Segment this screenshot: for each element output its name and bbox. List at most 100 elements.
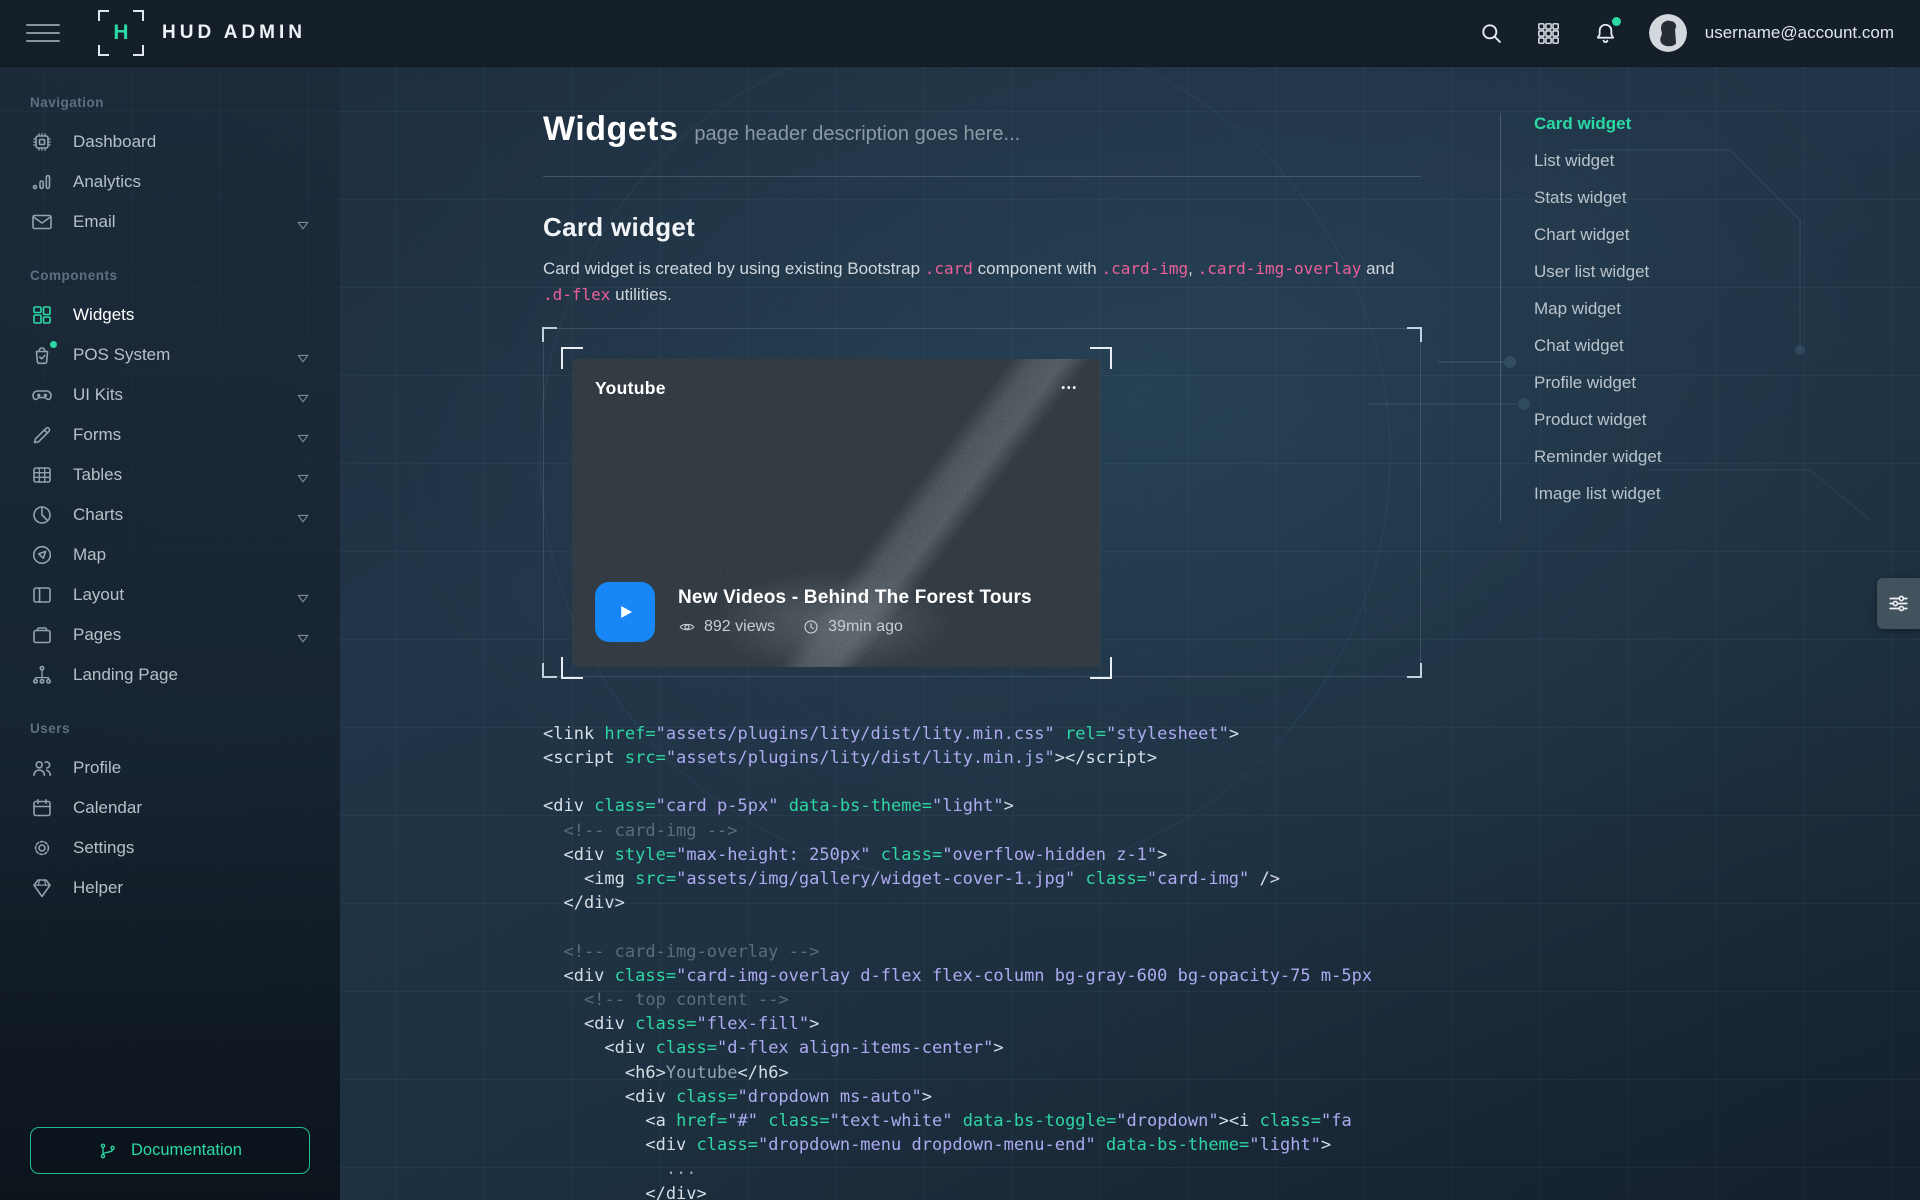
widget-nav-image-list-widget[interactable]: Image list widget [1534, 483, 1662, 506]
sidebar-item-label: Widgets [73, 305, 134, 325]
code-line: <!-- top content --> [543, 988, 1403, 1012]
inline-code: .card [925, 259, 973, 278]
chevron-down-icon [296, 429, 310, 441]
sidebar-item-label: Helper [73, 878, 123, 898]
sidebar-item-helper[interactable]: Helper [30, 868, 310, 908]
sidebar-item-dashboard[interactable]: Dashboard [30, 122, 310, 162]
sidebar-item-pages[interactable]: Pages [30, 615, 310, 655]
theme-settings-button[interactable] [1877, 578, 1920, 629]
sidebar-item-widgets[interactable]: Widgets [30, 295, 310, 335]
widget-nav-profile-widget[interactable]: Profile widget [1534, 372, 1662, 395]
widget-nav-chart-widget[interactable]: Chart widget [1534, 224, 1662, 247]
widget-nav-map-widget[interactable]: Map widget [1534, 298, 1662, 321]
sidebar-item-charts[interactable]: Charts [30, 495, 310, 535]
inline-code: .card-img [1101, 259, 1188, 278]
code-line: <div class="flex-fill"> [543, 1012, 1403, 1036]
code-line: ... [543, 1157, 1403, 1181]
chevron-down-icon [296, 389, 310, 401]
logo-letter: H [113, 21, 128, 45]
code-line: <div class="dropdown ms-auto"> [543, 1085, 1403, 1109]
pie-icon [30, 503, 54, 527]
section-title: Card widget [543, 212, 1421, 243]
card-menu-button[interactable]: ••• [1061, 383, 1078, 394]
sidebar-item-ui-kits[interactable]: UI Kits [30, 375, 310, 415]
play-icon [612, 599, 638, 625]
sidebar-item-label: Dashboard [73, 132, 156, 152]
main-content: Widgets page header description goes her… [340, 67, 1920, 1200]
gear-icon [30, 836, 54, 860]
user-email[interactable]: username@account.com [1705, 23, 1894, 43]
menu-toggle-button[interactable] [26, 18, 60, 48]
notifications-bell-icon[interactable] [1592, 20, 1619, 47]
sidebar-item-email[interactable]: Email [30, 202, 310, 242]
sidebar-item-label: Tables [73, 465, 122, 485]
header-divider [543, 176, 1421, 177]
bag-icon [30, 343, 54, 367]
widget-nav-product-widget[interactable]: Product widget [1534, 409, 1662, 432]
search-icon[interactable] [1478, 20, 1505, 47]
sitemap-icon [30, 663, 54, 687]
sidebar-item-pos-system[interactable]: POS System [30, 335, 310, 375]
sidebar-item-label: Settings [73, 838, 134, 858]
logo-corner [133, 45, 144, 56]
code-line [543, 915, 1403, 939]
inline-code: .card-img-overlay [1198, 259, 1362, 278]
chevron-down-icon [296, 216, 310, 228]
widget-nav-card-widget[interactable]: Card widget [1534, 113, 1662, 136]
sidebar-item-label: Email [73, 212, 116, 232]
sidebar-item-analytics[interactable]: Analytics [30, 162, 310, 202]
code-line: <!-- card-img --> [543, 819, 1403, 843]
sidebar-item-calendar[interactable]: Calendar [30, 788, 310, 828]
sidebar-item-label: Analytics [73, 172, 141, 192]
widget-nav-stats-widget[interactable]: Stats widget [1534, 187, 1662, 210]
youtube-card: Youtube ••• New Videos - Behind The Fore… [564, 350, 1109, 676]
widget-nav-list-widget[interactable]: List widget [1534, 150, 1662, 173]
avatar[interactable] [1649, 14, 1687, 52]
sidebar-item-label: Charts [73, 505, 123, 525]
play-button[interactable] [595, 582, 655, 642]
frame-corner [1407, 327, 1422, 342]
notification-dot [1612, 17, 1621, 26]
brand-title: HUD ADMIN [162, 22, 306, 44]
sidebar-item-label: Forms [73, 425, 121, 445]
envelope-icon [30, 210, 54, 234]
sidebar-section-label: Navigation [30, 95, 310, 110]
topbar: H HUD ADMIN username@account.com [0, 0, 1920, 67]
chip-icon [30, 130, 54, 154]
widget-nav-reminder-widget[interactable]: Reminder widget [1534, 446, 1662, 469]
brand-logo[interactable]: H [100, 12, 142, 54]
sliders-icon [1886, 591, 1911, 616]
bars-icon [30, 170, 54, 194]
sidebar-item-landing-page[interactable]: Landing Page [30, 655, 310, 695]
card-corner [561, 657, 583, 679]
card-corner [561, 347, 583, 369]
gamepad-icon [30, 383, 54, 407]
apps-grid-icon[interactable] [1535, 20, 1562, 47]
new-badge-dot [50, 341, 57, 348]
widget-nav-user-list-widget[interactable]: User list widget [1534, 261, 1662, 284]
widget-nav-chat-widget[interactable]: Chat widget [1534, 335, 1662, 358]
description-text: Card widget is created by using existing… [543, 259, 925, 278]
sidebar-item-forms[interactable]: Forms [30, 415, 310, 455]
sidebar-section-label: Components [30, 268, 310, 283]
sidebar-item-map[interactable]: Map [30, 535, 310, 575]
clock-icon [802, 618, 820, 636]
sidebar-item-settings[interactable]: Settings [30, 828, 310, 868]
logo-corner [98, 10, 109, 21]
card-app-title: Youtube [595, 378, 666, 399]
users-icon [30, 756, 54, 780]
sidebar-item-tables[interactable]: Tables [30, 455, 310, 495]
code-block: <link href="assets/plugins/lity/dist/lit… [543, 722, 1403, 1200]
table-icon [30, 463, 54, 487]
sidebar-item-profile[interactable]: Profile [30, 748, 310, 788]
documentation-label: Documentation [131, 1141, 242, 1160]
code-line: <script src="assets/plugins/lity/dist/li… [543, 746, 1403, 770]
code-line: <!-- card-img-overlay --> [543, 940, 1403, 964]
sidebar-item-label: Layout [73, 585, 124, 605]
documentation-button[interactable]: Documentation [30, 1127, 310, 1174]
code-line: <div class="d-flex align-items-center"> [543, 1036, 1403, 1060]
gem-icon [30, 876, 54, 900]
frame-corner [542, 663, 557, 678]
sidebar-item-layout[interactable]: Layout [30, 575, 310, 615]
code-line: <div class="dropdown-menu dropdown-menu-… [543, 1133, 1403, 1157]
